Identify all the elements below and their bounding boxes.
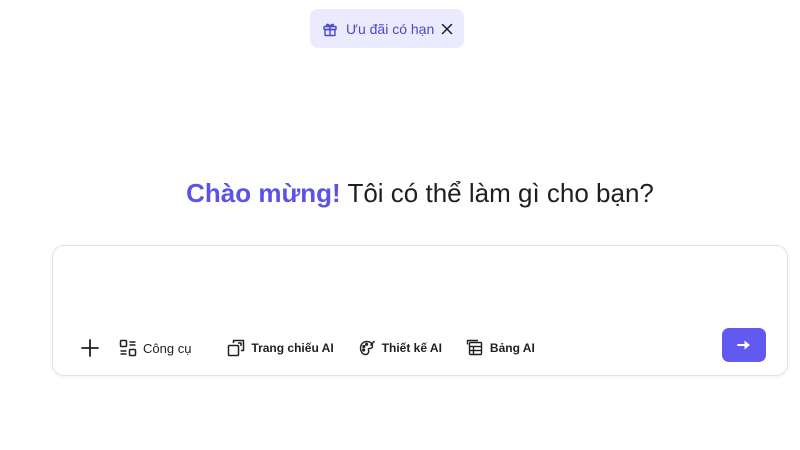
ai-design-button[interactable]: Thiết kế AI xyxy=(358,339,442,357)
arrow-right-icon xyxy=(736,339,752,351)
chat-composer: Công cụ Trang chiếu AI Thiết kế AI Bảng … xyxy=(52,245,788,376)
page-title: Chào mừng! Tôi có thể làm gì cho bạn? xyxy=(0,176,800,210)
ai-design-label: Thiết kế AI xyxy=(381,341,442,355)
slides-icon xyxy=(227,339,245,357)
gift-icon xyxy=(322,21,338,37)
ai-slides-button[interactable]: Trang chiếu AI xyxy=(227,339,334,357)
composer-toolbar: Công cụ Trang chiếu AI Thiết kế AI Bảng … xyxy=(79,337,535,359)
ai-table-button[interactable]: Bảng AI xyxy=(466,339,535,357)
palette-icon xyxy=(358,339,376,357)
tools-button[interactable]: Công cụ xyxy=(119,339,191,357)
app-page: Ưu đãi có hạn Chào mừng! Tôi có thể làm … xyxy=(0,0,800,450)
promo-label: Ưu đãi có hạn xyxy=(346,20,435,37)
plus-icon[interactable] xyxy=(79,337,101,359)
ai-slides-label: Trang chiếu AI xyxy=(251,341,334,355)
greeting-highlight: Chào mừng! xyxy=(186,178,341,208)
tools-label: Công cụ xyxy=(143,340,192,356)
tools-icon xyxy=(119,339,137,357)
promo-banner[interactable]: Ưu đãi có hạn xyxy=(310,9,464,48)
send-button[interactable] xyxy=(722,328,766,362)
table-icon xyxy=(466,339,484,357)
chat-input[interactable] xyxy=(73,264,767,318)
greeting-text: Tôi có thể làm gì cho bạn? xyxy=(347,178,654,208)
ai-table-label: Bảng AI xyxy=(489,341,535,355)
close-icon[interactable] xyxy=(440,22,454,36)
